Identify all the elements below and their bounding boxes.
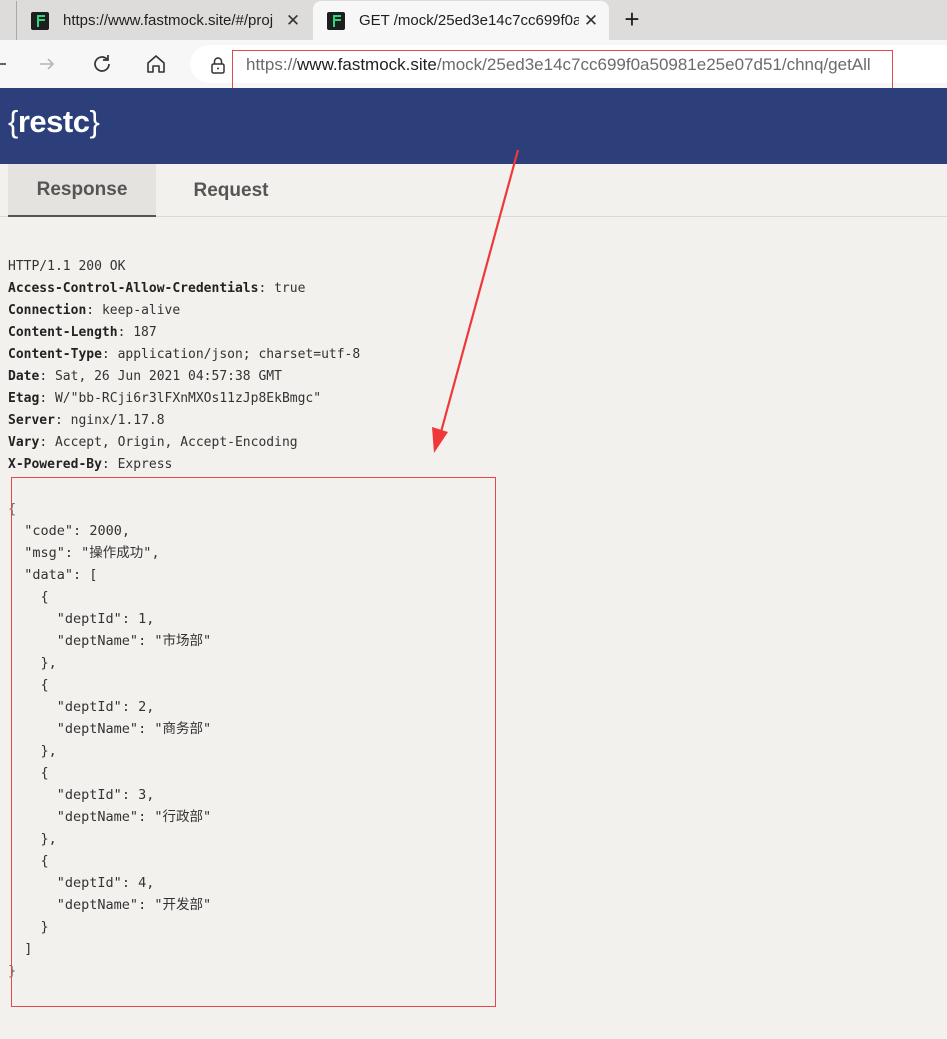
header-value: keep-alive — [101, 303, 181, 318]
url-text[interactable]: https://www.fastmock.site/mock/25ed3e14c… — [246, 55, 871, 75]
view-tabs: Response Request — [0, 164, 947, 217]
app-logo: {restc} — [8, 104, 100, 139]
header-value: application/json; charset=utf-8 — [117, 347, 361, 362]
header-value: W/"bb-RCji6r3lFXnMXOs11zJp8EkBmgc" — [54, 391, 322, 406]
close-icon[interactable]: ✕ — [281, 9, 305, 33]
address-bar[interactable]: https://www.fastmock.site/mock/25ed3e14c… — [190, 45, 947, 83]
header-key: Connection — [8, 303, 87, 318]
favicon-icon — [31, 11, 49, 30]
tab-response[interactable]: Response — [8, 164, 156, 217]
browser-toolbar: https://www.fastmock.site/mock/25ed3e14c… — [0, 40, 947, 88]
header-value: Express — [117, 457, 173, 472]
header-value: true — [274, 281, 306, 296]
plus-icon[interactable]: + — [618, 6, 646, 34]
close-icon[interactable]: ✕ — [579, 9, 603, 33]
tab-title: https://www.fastmock.site/#/proj — [63, 12, 274, 29]
response-body-json: { "code": 2000, "msg": "操作成功", "data": [… — [8, 501, 212, 979]
header-key: X-Powered-By — [8, 457, 102, 472]
browser-tab-2[interactable]: GET /mock/25ed3e14c7cc699f0a ✕ — [313, 1, 609, 40]
header-value: Sat, 26 Jun 2021 04:57:38 GMT — [54, 369, 282, 384]
header-value: Accept, Origin, Accept-Encoding — [54, 435, 298, 450]
lock-icon[interactable] — [210, 56, 226, 79]
header-key: Server — [8, 413, 55, 428]
header-key: Content-Length — [8, 325, 118, 340]
header-key: Etag — [8, 391, 40, 406]
header-value: nginx/1.17.8 — [70, 413, 165, 428]
status-line: HTTP/1.1 200 OK — [8, 259, 126, 274]
response-headers: HTTP/1.1 200 OK Access-Control-Allow-Cre… — [8, 259, 361, 472]
tab-title: GET /mock/25ed3e14c7cc699f0a — [359, 12, 579, 29]
header-key: Content-Type — [8, 347, 102, 362]
header-key: Date — [8, 369, 40, 384]
back-icon[interactable] — [0, 50, 14, 78]
tab-request[interactable]: Request — [156, 164, 306, 217]
home-icon[interactable] — [142, 50, 170, 78]
header-key: Access-Control-Allow-Credentials — [8, 281, 259, 296]
forward-icon[interactable] — [33, 50, 61, 78]
refresh-icon[interactable] — [88, 50, 116, 78]
header-value: 187 — [133, 325, 157, 340]
browser-tab-strip: https://www.fastmock.site/#/proj ✕ GET /… — [0, 0, 947, 40]
header-key: Vary — [8, 435, 40, 450]
favicon-icon — [327, 11, 345, 30]
browser-tab-1[interactable]: https://www.fastmock.site/#/proj ✕ — [16, 1, 311, 40]
app-header: {restc} — [0, 88, 947, 164]
